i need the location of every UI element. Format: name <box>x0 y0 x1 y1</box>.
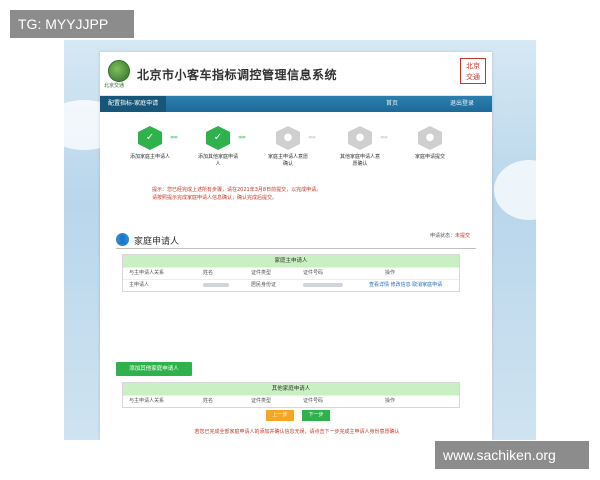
step-4-icon: ● <box>348 126 372 150</box>
section-header: 👤 家庭申请人 申请状态：未提交 <box>116 232 476 249</box>
main-applicant-table: 家庭主申请人 与主申请人关系 姓名 证件类型 证件号码 操作 主申请人 居民身份… <box>122 254 460 292</box>
table-header-row: 与主申请人关系 姓名 证件类型 证件号码 操作 <box>123 395 459 407</box>
nav-bar: 配置指标-家庭申请 首页 退出登录 <box>100 96 492 112</box>
table-header-row: 与主申请人关系 姓名 证件类型 证件号码 操作 <box>123 267 459 279</box>
prev-button[interactable]: 上一步 <box>266 410 294 421</box>
step-arrows: ››››› <box>170 134 178 141</box>
progress-steps: ✓ 添加家庭主申请人 ››››› ✓ 添加其他家庭申请人 ››››› ● 家庭主… <box>112 120 480 180</box>
add-family-applicant-button[interactable]: 添加其他家庭申请人 <box>116 362 192 376</box>
step-2-icon: ✓ <box>206 126 230 150</box>
nav-link-home[interactable]: 首页 <box>386 96 398 112</box>
table-caption: 其他家庭申请人 <box>123 383 459 395</box>
step-5-label: 家庭申请提交 <box>414 154 445 160</box>
step-arrows: ››››› <box>308 134 316 141</box>
table-caption: 家庭主申请人 <box>123 255 459 267</box>
step-5-icon: ● <box>418 126 442 150</box>
step-4-label: 其他家庭申请人意愿确认 <box>339 154 380 167</box>
watermark-top-left: TG: MYYJJPP <box>10 10 134 38</box>
app-window: 北京交通 北京市小客车指标调控管理信息系统 北京 交通 配置指标-家庭申请 首页… <box>100 52 492 440</box>
step-2-label: 添加其他家庭申请人 <box>197 154 238 167</box>
row-actions[interactable]: 查看详情 修改信息 取消家庭申请 <box>369 280 442 291</box>
step-1-icon: ✓ <box>138 126 162 150</box>
other-applicants-table: 其他家庭申请人 与主申请人关系 姓名 证件类型 证件号码 操作 <box>122 382 460 408</box>
step-arrows: ››››› <box>380 134 388 141</box>
step-1-label: 添加家庭主申请人 <box>129 154 170 160</box>
screenshot-frame: 北京交通 北京市小客车指标调控管理信息系统 北京 交通 配置指标-家庭申请 首页… <box>64 40 536 440</box>
section-title: 家庭申请人 <box>134 237 180 247</box>
table-row: 主申请人 居民身份证 查看详情 修改信息 取消家庭申请 <box>123 279 459 291</box>
notice-text: 提示：您已经完成上述所有步骤，请在2021年3月8日前提交，以完成申请。 请按照… <box>152 187 322 201</box>
redacted-name <box>203 282 229 287</box>
step-arrows: ››››› <box>238 134 246 141</box>
user-icon: 👤 <box>116 233 129 246</box>
nav-link-logout[interactable]: 退出登录 <box>450 96 474 112</box>
application-status: 申请状态：未提交 <box>429 233 470 239</box>
seal-badge: 北京 交通 <box>460 58 486 84</box>
main-content: ✓ 添加家庭主申请人 ››››› ✓ 添加其他家庭申请人 ››››› ● 家庭主… <box>112 120 480 438</box>
logo-icon <box>108 60 130 82</box>
logo-caption: 北京交通 <box>104 83 125 89</box>
watermark-bottom-right: www.sachiken.org <box>435 441 589 469</box>
breadcrumb[interactable]: 配置指标-家庭申请 <box>100 96 167 112</box>
app-header: 北京交通 北京市小客车指标调控管理信息系统 北京 交通 <box>100 52 492 96</box>
next-button[interactable]: 下一步 <box>302 410 330 421</box>
wizard-buttons: 上一步 下一步 <box>112 410 480 422</box>
cloud-decoration <box>494 160 536 220</box>
footer-note: 若您已完成全部家庭申请人的添加并确认信息无误，请点击下一步完成主申请人身份意愿确… <box>194 429 400 435</box>
status-badge: 未提交 <box>454 233 470 239</box>
step-3-icon: ● <box>276 126 300 150</box>
step-3-label: 家庭主申请人意愿确认 <box>267 154 308 167</box>
page-title: 北京市小客车指标调控管理信息系统 <box>137 68 338 82</box>
redacted-id <box>303 282 343 287</box>
